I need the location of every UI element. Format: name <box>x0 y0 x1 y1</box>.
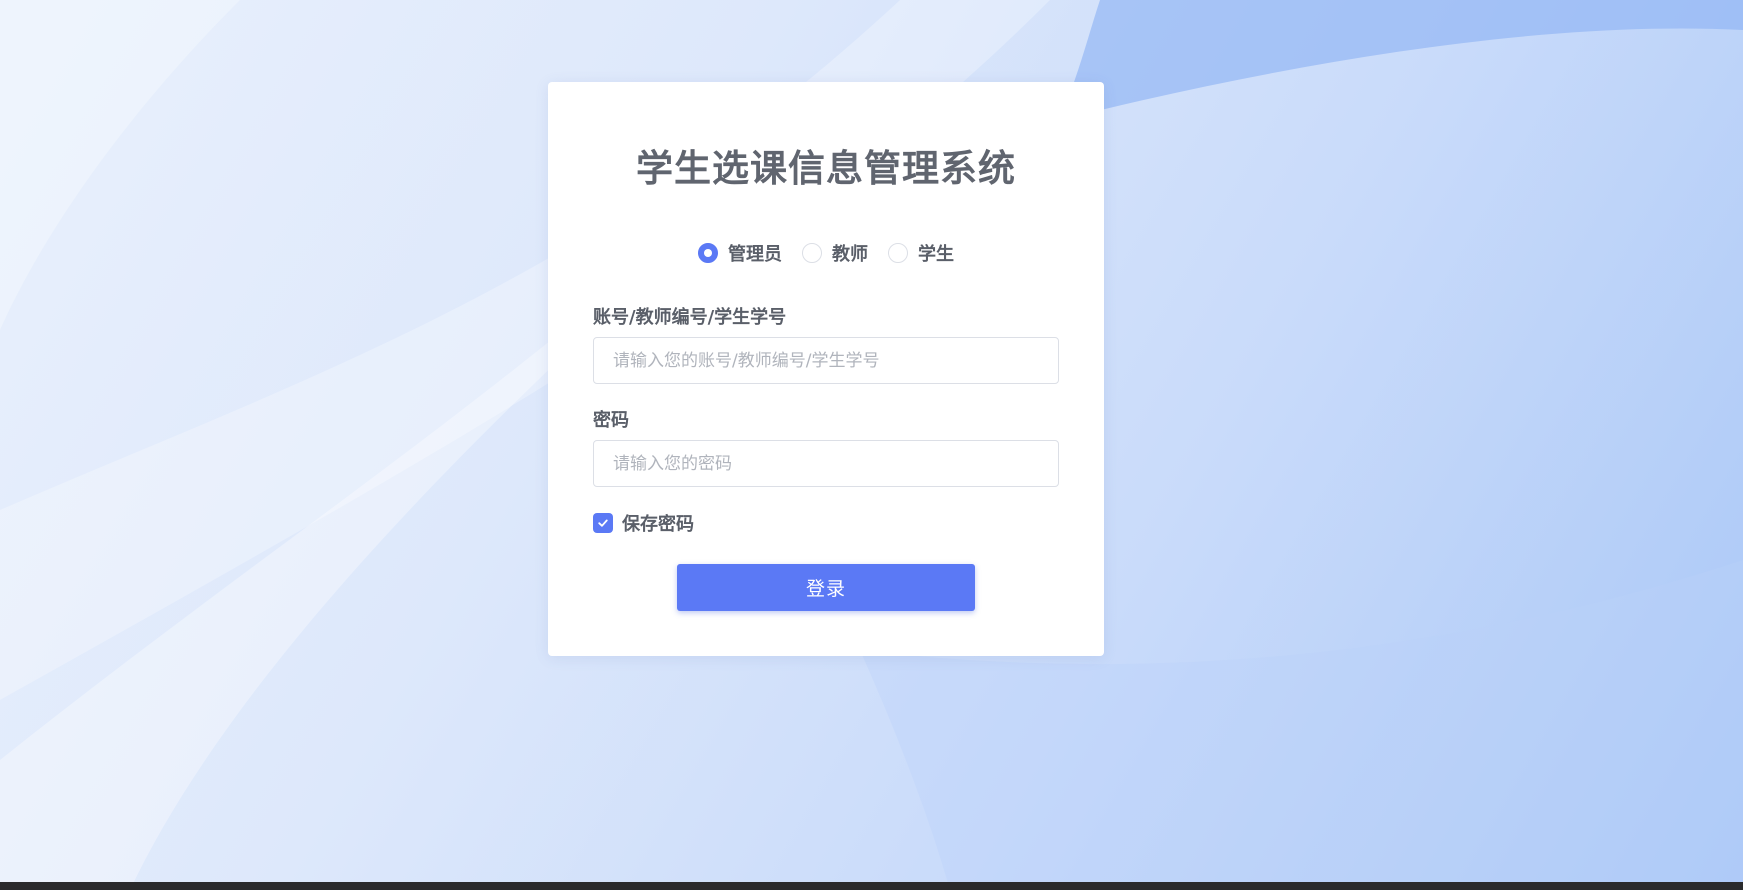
password-input[interactable] <box>593 440 1059 487</box>
login-card: 学生选课信息管理系统 管理员 教师 学生 账号/教师编号/学生学号 密码 <box>548 82 1104 656</box>
remember-password-checkbox[interactable]: 保存密码 <box>593 510 694 536</box>
password-label: 密码 <box>593 410 629 431</box>
role-option-student[interactable]: 学生 <box>888 240 954 266</box>
role-option-teacher[interactable]: 教师 <box>802 240 868 266</box>
role-label-admin: 管理员 <box>728 244 782 265</box>
radio-unchecked-icon[interactable] <box>802 243 822 263</box>
checkbox-checked-icon[interactable] <box>593 513 613 533</box>
check-mark-icon <box>598 519 608 527</box>
bottom-taskbar-edge <box>0 882 1743 890</box>
role-label-student: 学生 <box>918 244 954 265</box>
role-radio-group: 管理员 教师 学生 <box>548 240 1104 266</box>
role-option-admin[interactable]: 管理员 <box>698 240 782 266</box>
account-input[interactable] <box>593 337 1059 384</box>
login-button[interactable]: 登录 <box>677 564 975 611</box>
role-label-teacher: 教师 <box>832 244 868 265</box>
account-label: 账号/教师编号/学生学号 <box>593 307 787 328</box>
remember-password-label: 保存密码 <box>622 514 694 535</box>
radio-checked-icon[interactable] <box>698 243 718 263</box>
radio-unchecked-icon[interactable] <box>888 243 908 263</box>
login-page: 学生选课信息管理系统 管理员 教师 学生 账号/教师编号/学生学号 密码 <box>0 0 1743 890</box>
page-title: 学生选课信息管理系统 <box>636 147 1016 190</box>
